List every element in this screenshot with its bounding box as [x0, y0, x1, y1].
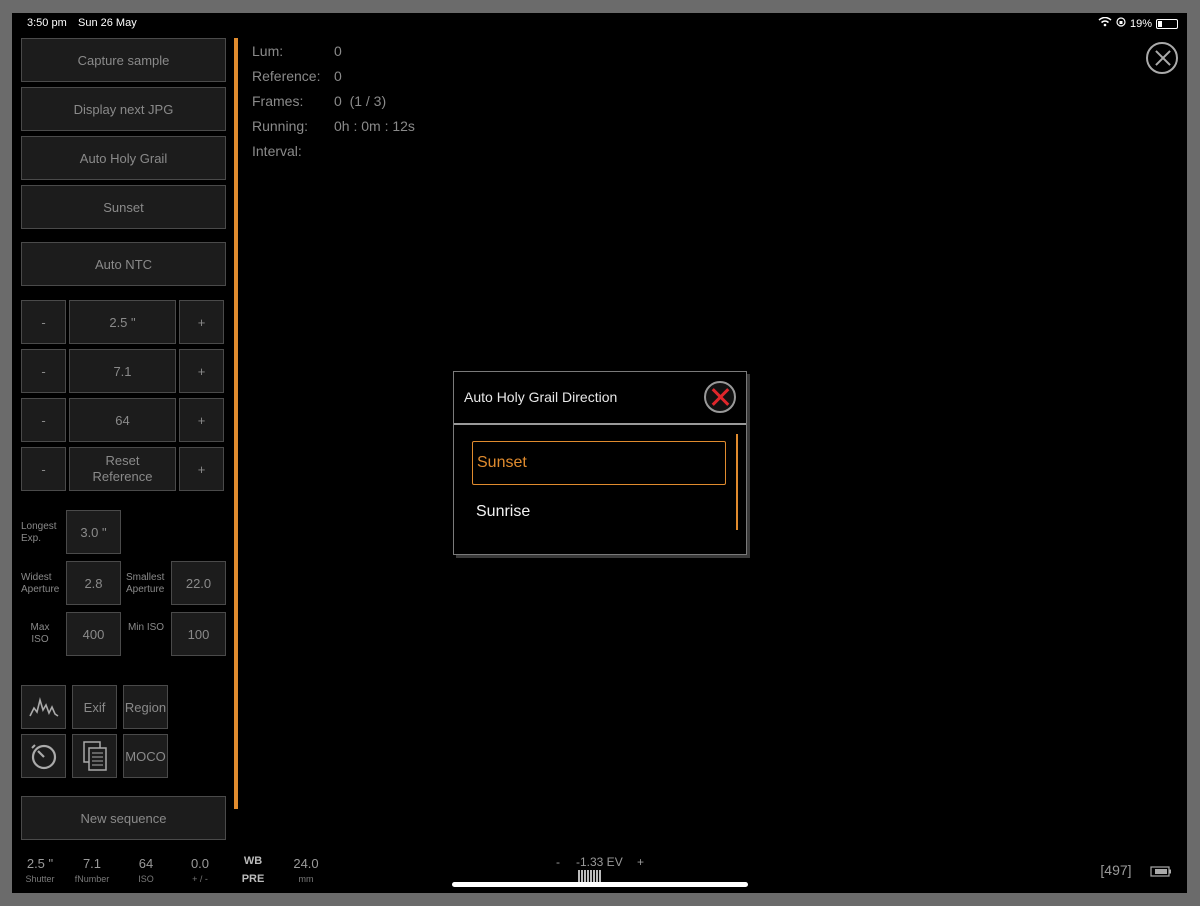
auto-ntc-button[interactable]: Auto NTC [21, 242, 226, 286]
timer-icon [30, 744, 56, 770]
frame-counter: [497] [1100, 862, 1132, 878]
dialog-close-icon[interactable] [704, 381, 736, 413]
histogram-icon [28, 696, 58, 717]
widest-aperture-label: Widest Aperture [21, 572, 60, 595]
bottom-ev-comp-value: 0.0 [190, 856, 210, 871]
copy-button[interactable] [72, 734, 117, 778]
auto-holy-grail-button[interactable]: Auto Holy Grail [21, 136, 226, 180]
iso-plus-button[interactable]: + [179, 398, 224, 442]
sidebar-divider [234, 38, 238, 809]
ev-readout: -1.33 EV [576, 855, 623, 869]
battery-icon [1156, 18, 1179, 29]
exif-button[interactable]: Exif [72, 685, 117, 729]
histogram-button[interactable] [21, 685, 66, 729]
option-sunrise[interactable]: Sunrise [472, 490, 726, 534]
lum-value: 0 [334, 43, 342, 59]
reference-label: Reference: [252, 68, 321, 84]
aperture-value: 7.1 [69, 349, 176, 393]
bottom-wb-value[interactable]: WB [231, 855, 275, 867]
interval-label: Interval: [252, 143, 302, 159]
display-next-jpg-button[interactable]: Display next JPG [21, 87, 226, 131]
home-indicator[interactable] [452, 882, 748, 887]
frames-label: Frames: [252, 93, 304, 109]
bottom-fnumber-caption: fNumber [74, 874, 110, 884]
timer-button[interactable] [21, 734, 66, 778]
bottom-shutter-caption: Shutter [25, 874, 55, 884]
status-date: Sun 26 May [78, 17, 137, 29]
new-sequence-button[interactable]: New sequence [21, 796, 226, 840]
bottom-focal-value: 24.0 [293, 856, 319, 871]
direction-dialog: Auto Holy Grail Direction Sunset Sunrise [453, 371, 747, 555]
status-indicators: 19% [1098, 16, 1179, 30]
moco-button[interactable]: MOCO [123, 734, 168, 778]
dialog-title: Auto Holy Grail Direction [464, 389, 618, 405]
aperture-minus-button[interactable]: - [21, 349, 66, 393]
reference-plus-button[interactable]: + [179, 447, 224, 491]
dialog-scrollbar[interactable] [736, 434, 738, 530]
capture-sample-button[interactable]: Capture sample [21, 38, 226, 82]
iso-minus-button[interactable]: - [21, 398, 66, 442]
widest-aperture-value[interactable]: 2.8 [66, 561, 121, 605]
lum-label: Lum: [252, 43, 284, 59]
iso-value: 64 [69, 398, 176, 442]
ev-plus-button[interactable]: + [637, 855, 644, 869]
shutter-minus-button[interactable]: - [21, 300, 66, 344]
status-time: 3:50 pm [27, 17, 67, 29]
smallest-aperture-label: Smallest Aperture [126, 572, 165, 595]
bottom-iso-value: 64 [138, 856, 154, 871]
aperture-plus-button[interactable]: + [179, 349, 224, 393]
reference-minus-button[interactable]: - [21, 447, 66, 491]
frames-value: 0 (1 / 3) [334, 93, 387, 109]
bottom-focal-caption: mm [298, 874, 314, 884]
bottom-shutter-value: 2.5 " [26, 856, 54, 871]
copy-icon [82, 741, 107, 771]
smallest-aperture-value[interactable]: 22.0 [171, 561, 226, 605]
longest-exp-value[interactable]: 3.0 " [66, 510, 121, 554]
max-iso-value[interactable]: 400 [66, 612, 121, 656]
battery-percentage: 19% [1130, 17, 1153, 30]
reset-reference-button[interactable]: Reset Reference [69, 447, 176, 491]
orientation-lock-icon [1116, 17, 1126, 30]
running-label: Running: [252, 118, 309, 134]
wifi-icon [1098, 16, 1112, 30]
running-value: 0h : 0m : 12s [334, 118, 415, 134]
camera-battery-icon [1150, 864, 1172, 882]
bottom-ev-comp-caption: + / - [192, 874, 208, 884]
ev-minus-button[interactable]: - [556, 855, 560, 869]
shutter-value: 2.5 " [69, 300, 176, 344]
sunset-button[interactable]: Sunset [21, 185, 226, 229]
close-icon[interactable] [1146, 42, 1178, 74]
bottom-wb-caption[interactable]: PRE [231, 873, 275, 885]
bottom-iso-caption: ISO [138, 874, 154, 884]
longest-exp-label: Longest Exp. [21, 521, 57, 544]
ev-meter [578, 870, 601, 882]
min-iso-label: Min ISO [127, 622, 165, 633]
min-iso-value[interactable]: 100 [171, 612, 226, 656]
status-bar: 3:50 pm Sun 26 May 19% [0, 0, 1200, 40]
region-button[interactable]: Region [123, 685, 168, 729]
reference-value: 0 [334, 68, 342, 84]
option-sunset[interactable]: Sunset [472, 441, 726, 485]
bottom-fnumber-value: 7.1 [82, 856, 102, 871]
shutter-plus-button[interactable]: + [179, 300, 224, 344]
dialog-divider [454, 423, 746, 425]
max-iso-label: Max ISO [30, 622, 50, 645]
